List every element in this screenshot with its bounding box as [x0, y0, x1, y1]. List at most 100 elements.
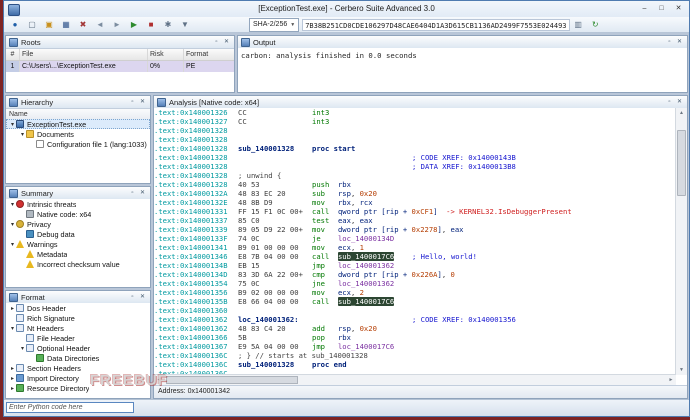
recompute-hash-button[interactable]: ↻ — [587, 17, 603, 32]
format-item[interactable]: ▸ Resource Directory — [6, 383, 150, 393]
horizontal-scroll-thumb[interactable] — [166, 376, 298, 384]
disasm-line[interactable]: .text:0x14000132A 48 83 EC 20 sub rsp, 0x2… — [154, 189, 676, 198]
summary-item[interactable]: Metadata — [6, 249, 150, 259]
disasm-line[interactable]: .text:0x14000135B E8 66 04 00 00 call sub_… — [154, 297, 676, 306]
roots-column-header[interactable]: Risk — [148, 49, 184, 60]
tools-button[interactable]: ✱ — [160, 17, 176, 32]
disasm-line[interactable]: .text:0x140001328 — [154, 126, 676, 135]
disasm-line[interactable]: .text:0x140001354 75 0C jne loc_140001362 — [154, 279, 676, 288]
summary-item[interactable]: ▾ Warnings — [6, 239, 150, 249]
close-button[interactable]: ✕ — [670, 2, 687, 15]
hierarchy-item[interactable]: Configuration file 1 (lang:1033) — [6, 139, 150, 149]
forward-button[interactable]: ► — [109, 17, 125, 32]
disasm-line[interactable]: .text:0x140001326 CC int3 — [154, 108, 676, 117]
summary-item[interactable]: Incorrect checksum value — [6, 259, 150, 269]
new-file-button[interactable]: ▢ — [24, 17, 40, 32]
open-file-button[interactable]: ▣ — [41, 17, 57, 32]
expander-icon[interactable]: ▾ — [9, 241, 16, 248]
disasm-line[interactable]: .text:0x14000134B EB 15 jmp loc_140001362 — [154, 261, 676, 270]
roots-column-header[interactable]: Format — [184, 49, 234, 60]
disasm-line[interactable]: .text:0x140001367 E9 5A 04 00 00 jmp loc_1… — [154, 342, 676, 351]
maximize-button[interactable]: □ — [653, 2, 670, 15]
disasm-line[interactable]: .text:0x140001362 48 83 C4 20 add rsp, 0x2… — [154, 324, 676, 333]
hash-value-field[interactable]: 7B38B251CD0CDE106297D48CAE6404D1A3D615CB… — [302, 18, 571, 31]
hash-algorithm-select[interactable]: SHA-2/256 ▼ — [249, 17, 300, 32]
disasm-line[interactable]: .text:0x140001341 B9 01 00 00 00 mov ecx, … — [154, 243, 676, 252]
disasm-line[interactable]: .text:0x14000136C ; } // starts at sub_14… — [154, 351, 676, 360]
disasm-line[interactable]: .text:0x140001327 CC int3 — [154, 117, 676, 126]
disasm-line[interactable]: .text:0x140001328 ; CODE XREF: 0x14000143… — [154, 153, 676, 162]
scroll-right-icon[interactable]: ► — [666, 375, 676, 385]
disasm-line[interactable]: .text:0x140001337 85 C0 test eax, eax — [154, 216, 676, 225]
roots-column-header[interactable]: File — [20, 49, 148, 60]
hierarchy-item[interactable]: ▾ ExceptionTest.exe — [6, 119, 150, 129]
format-item[interactable]: ▸ Section Headers — [6, 363, 150, 373]
float-panel-icon[interactable]: ▫ — [128, 98, 137, 107]
copy-hash-button[interactable]: ▥ — [570, 17, 586, 32]
disasm-line[interactable]: .text:0x140001362 loc_140001362: ; CODE XR… — [154, 315, 676, 324]
disasm-line[interactable]: .text:0x140001328 40 53 push rbx — [154, 180, 676, 189]
disasm-line[interactable]: .text:0x140001360 — [154, 306, 676, 315]
disasm-line[interactable]: .text:0x140001346 E8 7B 04 00 00 call sub_… — [154, 252, 676, 261]
hierarchy-item[interactable]: ▾ Documents — [6, 129, 150, 139]
scroll-down-icon[interactable]: ▼ — [676, 365, 687, 375]
format-item[interactable]: ▸ Dos Header — [6, 303, 150, 313]
scroll-up-icon[interactable]: ▲ — [676, 108, 687, 118]
disasm-line[interactable]: .text:0x140001331 FF 15 F1 0C 00+ call qwo… — [154, 207, 676, 216]
horizontal-scrollbar[interactable]: ◄ ► — [154, 374, 676, 385]
close-panel-icon[interactable]: ✕ — [138, 189, 147, 198]
expander-icon[interactable]: ▾ — [9, 325, 16, 332]
python-console-input[interactable] — [6, 402, 134, 413]
format-item[interactable]: Data Directories — [6, 353, 150, 363]
minimize-button[interactable]: – — [636, 2, 653, 15]
stop-analysis-button[interactable]: ■ — [143, 17, 159, 32]
float-panel-icon[interactable]: ▫ — [665, 98, 674, 107]
format-item[interactable]: Rich Signature — [6, 313, 150, 323]
scroll-left-icon[interactable]: ◄ — [154, 375, 164, 385]
close-panel-icon[interactable]: ✕ — [138, 98, 147, 107]
summary-item[interactable]: ▾ Privacy — [6, 219, 150, 229]
app-logo-button[interactable]: ● — [7, 17, 23, 32]
close-panel-icon[interactable]: ✕ — [222, 38, 231, 47]
disasm-line[interactable]: .text:0x14000136C sub_140001328 proc end — [154, 360, 676, 369]
disasm-line[interactable]: .text:0x14000134D 83 3D 6A 22 00+ cmp dwor… — [154, 270, 676, 279]
format-item[interactable]: ▸ Import Directory — [6, 373, 150, 383]
vertical-scrollbar[interactable]: ▲ ▼ — [675, 108, 687, 375]
expander-icon[interactable]: ▸ — [9, 305, 16, 312]
disasm-line[interactable]: .text:0x14000132E 48 8B D9 mov rbx, rcx — [154, 198, 676, 207]
close-panel-icon[interactable]: ✕ — [675, 98, 684, 107]
disasm-line[interactable]: .text:0x140001366 5B pop rbx — [154, 333, 676, 342]
float-panel-icon[interactable]: ▫ — [212, 38, 221, 47]
expander-icon[interactable]: ▾ — [9, 121, 16, 128]
back-button[interactable]: ◄ — [92, 17, 108, 32]
close-panel-icon[interactable]: ✕ — [138, 293, 147, 302]
expander-icon[interactable]: ▸ — [9, 385, 16, 392]
summary-item[interactable]: Debug data — [6, 229, 150, 239]
expander-icon[interactable]: ▾ — [19, 345, 26, 352]
save-file-button[interactable]: ▦ — [58, 17, 74, 32]
close-panel-icon[interactable]: ✕ — [675, 38, 684, 47]
float-panel-icon[interactable]: ▫ — [665, 38, 674, 47]
float-panel-icon[interactable]: ▫ — [128, 189, 137, 198]
roots-row[interactable]: 1 C:\Users\...\ExceptionTest.exe 0% PE — [6, 61, 234, 72]
expander-icon[interactable]: ▸ — [9, 365, 16, 372]
disasm-line[interactable]: .text:0x140001328 sub_140001328 proc start — [154, 144, 676, 153]
disasm-line[interactable]: .text:0x140001339 89 05 D9 22 00+ mov dwor… — [154, 225, 676, 234]
disasm-line[interactable]: .text:0x140001328 — [154, 135, 676, 144]
disasm-line[interactable]: .text:0x140001328 ; DATA XREF: 0x1400013B… — [154, 162, 676, 171]
expander-icon[interactable]: ▾ — [9, 201, 16, 208]
summary-item[interactable]: Native code: x64 — [6, 209, 150, 219]
expander-icon[interactable]: ▾ — [9, 221, 16, 228]
format-item[interactable]: ▾ Nt Headers — [6, 323, 150, 333]
format-item[interactable]: File Header — [6, 333, 150, 343]
roots-column-header[interactable]: # — [6, 49, 20, 60]
filters-button[interactable]: ▼ — [177, 17, 193, 32]
expander-icon[interactable]: ▸ — [9, 375, 16, 382]
disasm-line[interactable]: .text:0x14000133F 74 0C je loc_14000134D — [154, 234, 676, 243]
float-panel-icon[interactable]: ▫ — [128, 293, 137, 302]
vertical-scroll-thumb[interactable] — [677, 130, 686, 196]
expander-icon[interactable]: ▾ — [19, 131, 26, 138]
disasm-line[interactable]: .text:0x140001328 ; unwind { — [154, 171, 676, 180]
close-file-button[interactable]: ✖ — [75, 17, 91, 32]
run-analysis-button[interactable]: ▶ — [126, 17, 142, 32]
